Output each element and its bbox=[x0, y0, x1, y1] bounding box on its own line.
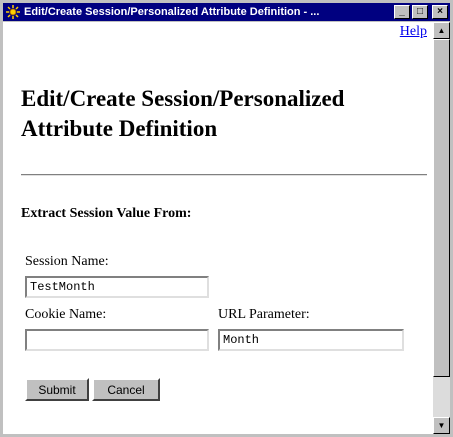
cookie-name-label: Cookie Name: bbox=[25, 307, 107, 322]
page-title-line2: Attribute Definition bbox=[21, 116, 218, 141]
cookie-name-input[interactable] bbox=[25, 329, 209, 351]
scroll-thumb[interactable] bbox=[433, 39, 450, 377]
vertical-scrollbar[interactable]: ▲ ▼ bbox=[433, 22, 450, 434]
divider bbox=[21, 174, 427, 176]
url-parameter-input[interactable]: Month bbox=[218, 329, 404, 351]
minimize-button[interactable]: _ bbox=[394, 5, 410, 19]
window-title: Edit/Create Session/Personalized Attribu… bbox=[24, 6, 320, 18]
session-name-input[interactable]: TestMonth bbox=[25, 276, 209, 298]
scroll-down-icon: ▼ bbox=[437, 421, 446, 430]
section-heading: Extract Session Value From: bbox=[21, 206, 192, 221]
scroll-up-button[interactable]: ▲ bbox=[433, 22, 450, 39]
scroll-up-icon: ▲ bbox=[437, 26, 446, 35]
title-bar[interactable]: Edit/Create Session/Personalized Attribu… bbox=[3, 3, 450, 21]
app-icon bbox=[5, 4, 21, 20]
page-title: Edit/Create Session/Personalized Attribu… bbox=[21, 84, 431, 144]
page-title-line1: Edit/Create Session/Personalized bbox=[21, 86, 345, 111]
help-link[interactable]: Help bbox=[400, 24, 427, 40]
close-icon: × bbox=[437, 6, 443, 17]
minimize-icon: _ bbox=[399, 6, 405, 17]
cancel-button[interactable]: Cancel bbox=[92, 378, 160, 401]
submit-button[interactable]: Submit bbox=[25, 378, 89, 401]
scroll-down-button[interactable]: ▼ bbox=[433, 417, 450, 434]
url-parameter-label: URL Parameter: bbox=[218, 307, 310, 322]
close-button[interactable]: × bbox=[432, 5, 448, 19]
page-content: Help Edit/Create Session/Personalized At… bbox=[3, 22, 433, 434]
browser-window: Edit/Create Session/Personalized Attribu… bbox=[0, 0, 453, 437]
maximize-icon: □ bbox=[416, 6, 424, 17]
session-name-label: Session Name: bbox=[25, 254, 109, 269]
maximize-button[interactable]: □ bbox=[412, 5, 428, 19]
